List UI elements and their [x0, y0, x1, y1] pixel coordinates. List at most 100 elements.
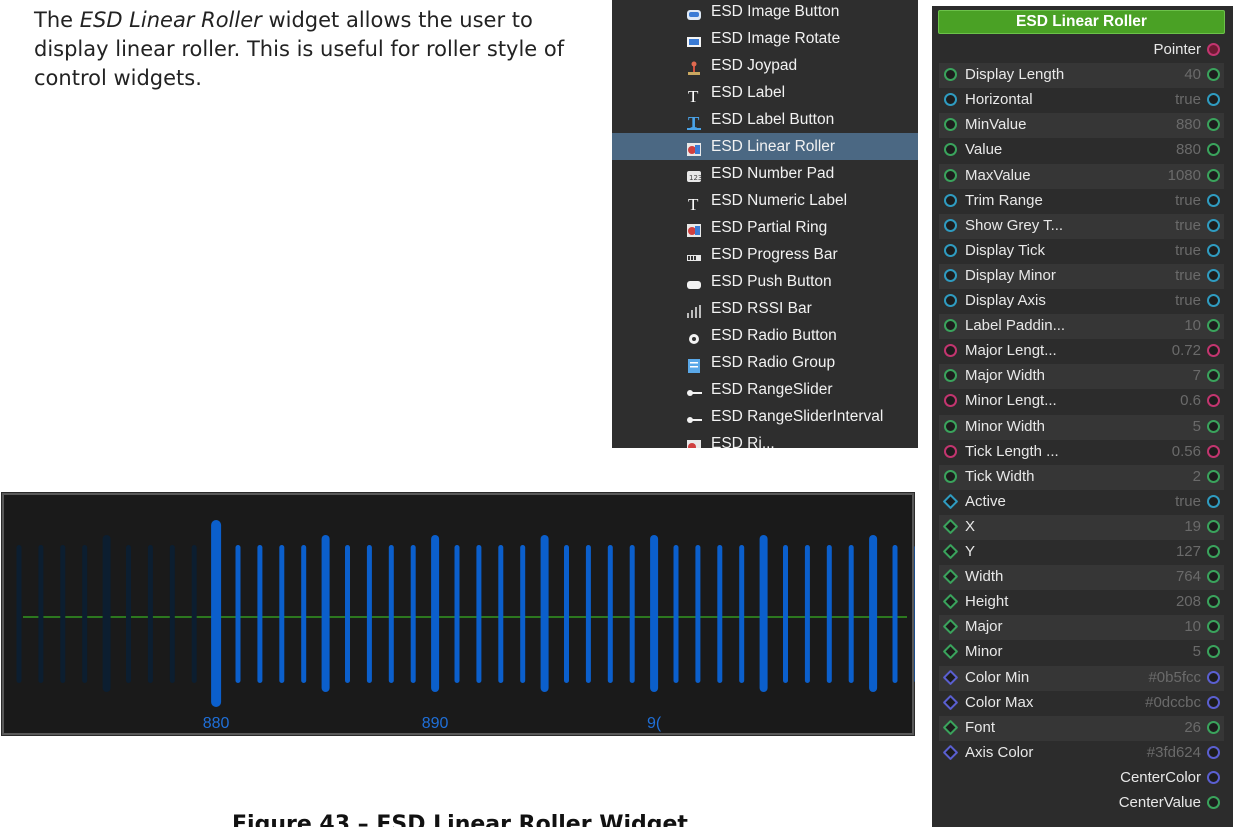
output-pin[interactable] — [1207, 143, 1220, 157]
input-pin[interactable] — [944, 118, 957, 132]
output-pin[interactable] — [1207, 344, 1220, 358]
widget-list-item[interactable]: ESD Joypad — [612, 52, 918, 79]
input-pin[interactable] — [944, 143, 957, 157]
input-pin[interactable] — [942, 669, 959, 685]
output-pin[interactable] — [1207, 595, 1220, 609]
input-pin[interactable] — [942, 694, 959, 710]
node-property-row[interactable]: Color Max #0dccbc — [939, 691, 1224, 716]
output-pin[interactable] — [1207, 519, 1220, 533]
node-property-row[interactable]: Horizontal true — [939, 88, 1224, 113]
input-pin[interactable] — [942, 568, 959, 585]
output-pin[interactable] — [1207, 545, 1220, 558]
input-pin[interactable] — [944, 319, 957, 333]
node-property-row[interactable]: Major Width 7 — [939, 364, 1224, 390]
widget-list-item[interactable]: ESD Ri... — [612, 430, 918, 448]
output-pin[interactable] — [1207, 494, 1220, 508]
widget-list-item[interactable]: ESD RangeSliderInterval — [612, 403, 918, 430]
node-property-row[interactable]: MinValue 880 — [939, 113, 1224, 139]
output-pin[interactable] — [1207, 394, 1220, 408]
node-title[interactable]: ESD Linear Roller — [938, 10, 1225, 34]
node-property-row[interactable]: Show Grey T... true — [939, 213, 1224, 239]
widget-list-item[interactable]: ESD Radio Group — [612, 349, 918, 376]
output-pin[interactable] — [1207, 770, 1220, 784]
node-property-row[interactable]: MaxValue 1080 — [939, 163, 1224, 189]
output-pin[interactable] — [1207, 268, 1220, 282]
node-property-row[interactable]: Active true — [939, 490, 1224, 515]
input-pin[interactable] — [942, 543, 959, 560]
input-pin[interactable] — [942, 493, 959, 510]
output-pin[interactable] — [1207, 369, 1220, 383]
widget-list-item[interactable]: ESD Partial Ring — [612, 214, 918, 241]
widget-list-item[interactable]: ESD Image Button — [612, 0, 918, 25]
pointer-output-pin[interactable] — [1207, 43, 1220, 56]
input-pin[interactable] — [944, 218, 957, 232]
input-pin[interactable] — [942, 744, 959, 761]
widget-list-item[interactable]: ESD RSSI Bar — [612, 295, 918, 322]
input-pin[interactable] — [944, 93, 957, 107]
output-pin[interactable] — [1207, 670, 1220, 684]
node-property-row[interactable]: Font 26 — [939, 715, 1224, 741]
node-property-row[interactable]: Major Lengt... 0.72 — [939, 339, 1224, 364]
input-pin[interactable] — [942, 644, 959, 660]
input-pin[interactable] — [944, 243, 957, 257]
output-pin[interactable] — [1207, 243, 1220, 257]
node-property-row[interactable]: Value 880 — [939, 138, 1224, 163]
output-pin[interactable] — [1207, 294, 1220, 307]
node-property-row[interactable]: Tick Length ... 0.56 — [939, 440, 1224, 465]
widget-list-item[interactable]: T ESD Label Button — [612, 106, 918, 133]
input-pin[interactable] — [944, 419, 957, 433]
input-pin[interactable] — [942, 593, 959, 610]
output-pin[interactable] — [1207, 695, 1220, 709]
input-pin[interactable] — [944, 294, 957, 307]
widget-list-item[interactable]: ESD Push Button — [612, 268, 918, 295]
input-pin[interactable] — [944, 344, 957, 358]
node-property-row[interactable]: Display Axis true — [939, 289, 1224, 314]
widget-list-item[interactable]: ESD Radio Button — [612, 322, 918, 349]
output-pin[interactable] — [1207, 745, 1220, 759]
node-property-row[interactable]: X 19 — [939, 514, 1224, 540]
node-property-row[interactable]: Display Minor true — [939, 263, 1224, 289]
node-property-row[interactable]: Color Min #0b5fcc — [939, 665, 1224, 691]
output-pin[interactable] — [1207, 93, 1220, 107]
input-pin[interactable] — [944, 193, 957, 207]
node-property-row[interactable]: Label Paddin... 10 — [939, 314, 1224, 340]
output-pin[interactable] — [1207, 193, 1220, 207]
input-pin[interactable] — [944, 394, 957, 408]
output-pin[interactable] — [1207, 720, 1220, 734]
input-pin[interactable] — [944, 268, 957, 282]
input-pin[interactable] — [942, 619, 959, 635]
input-pin[interactable] — [944, 168, 957, 182]
node-property-row[interactable]: Minor Lengt... 0.6 — [939, 389, 1224, 414]
widget-list-item[interactable]: ESD Progress Bar — [612, 241, 918, 268]
output-pin[interactable] — [1207, 620, 1220, 634]
output-pin[interactable] — [1207, 645, 1220, 659]
output-pin[interactable] — [1207, 444, 1220, 458]
node-property-row[interactable]: Display Length 40 — [939, 63, 1224, 89]
node-property-row[interactable]: Minor 5 — [939, 640, 1224, 665]
node-property-row[interactable]: Trim Range true — [939, 189, 1224, 214]
node-property-row[interactable]: Major 10 — [939, 615, 1224, 641]
node-property-row[interactable]: Height 208 — [939, 590, 1224, 615]
widget-list-item[interactable]: 123 ESD Number Pad — [612, 160, 918, 187]
node-property-row[interactable]: Axis Color #3fd624 — [939, 741, 1224, 766]
output-pin[interactable] — [1207, 796, 1220, 809]
node-property-row[interactable]: Tick Width 2 — [939, 464, 1224, 490]
node-property-row[interactable]: Minor Width 5 — [939, 414, 1224, 440]
output-pin[interactable] — [1207, 68, 1220, 82]
output-pin[interactable] — [1207, 218, 1220, 232]
output-pin[interactable] — [1207, 469, 1220, 483]
input-pin[interactable] — [942, 719, 959, 735]
widget-list-item[interactable]: ESD Linear Roller — [612, 133, 918, 160]
widget-list-item[interactable]: T ESD Numeric Label — [612, 187, 918, 214]
node-property-row[interactable]: Display Tick true — [939, 239, 1224, 264]
node-property-row[interactable]: Y 127 — [939, 540, 1224, 565]
output-pin[interactable] — [1207, 570, 1220, 584]
input-pin[interactable] — [942, 518, 959, 535]
input-pin[interactable] — [944, 469, 957, 483]
output-pin[interactable] — [1207, 319, 1220, 333]
widget-list-item[interactable]: ESD RangeSlider — [612, 376, 918, 403]
node-property-row[interactable]: Width 764 — [939, 565, 1224, 591]
output-pin[interactable] — [1207, 118, 1220, 132]
widget-list-item[interactable]: T ESD Label — [612, 79, 918, 106]
input-pin[interactable] — [944, 444, 957, 458]
